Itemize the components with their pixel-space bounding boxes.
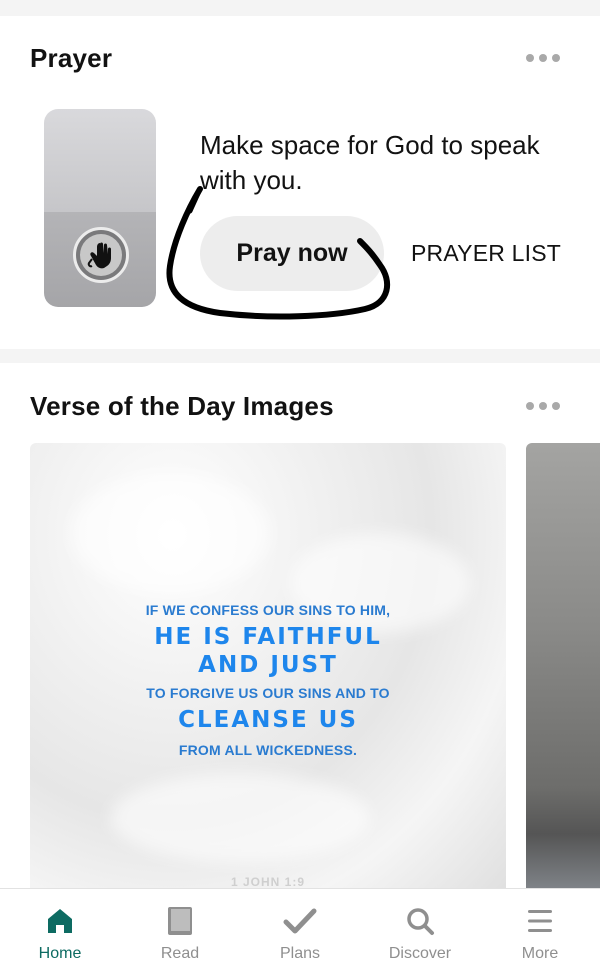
menu-icon — [526, 903, 554, 939]
nav-label: Plans — [279, 945, 321, 962]
verse-line: CLEANSE US — [178, 707, 358, 733]
verse-card-title: Verse of the Day Images — [30, 391, 334, 421]
verse-more-options-icon[interactable] — [526, 402, 560, 410]
prayer-card-title: Prayer — [30, 43, 113, 73]
nav-item-home[interactable]: Home — [0, 889, 120, 968]
praying-hands-icon — [73, 227, 129, 283]
bottom-navigation: Home Read Plans Discover More — [0, 888, 600, 968]
home-screen: Prayer Make space for God to speak with … — [0, 0, 600, 968]
prayer-message: Make space for God to speak with you. — [200, 130, 540, 195]
prayer-list-link[interactable]: PRAYER LIST — [411, 240, 561, 267]
nav-label: Read — [160, 945, 200, 962]
book-icon — [165, 903, 195, 939]
verse-of-the-day-card: Verse of the Day Images IF WE CONFESS OU… — [0, 363, 600, 888]
nav-item-discover[interactable]: Discover — [360, 889, 480, 968]
verse-line: AND JUST — [198, 652, 338, 678]
search-icon — [405, 903, 435, 939]
verse-line: HE IS FAITHFUL — [154, 624, 382, 650]
nav-item-plans[interactable]: Plans — [240, 889, 360, 968]
prayer-card: Prayer Make space for God to speak with … — [0, 16, 600, 349]
next-verse-image-card[interactable] — [526, 443, 600, 888]
verse-reference: 1 JOHN 1:9 — [230, 875, 306, 888]
nav-label: Home — [38, 945, 82, 962]
nav-item-more[interactable]: More — [480, 889, 600, 968]
nav-label: More — [521, 945, 559, 962]
nav-label: Discover — [388, 945, 452, 962]
nav-item-read[interactable]: Read — [120, 889, 240, 968]
verse-line: IF WE CONFESS OUR SINS TO HIM, — [145, 602, 391, 618]
verse-line: TO FORGIVE US OUR SINS AND TO — [146, 685, 390, 701]
checkmark-icon — [283, 903, 317, 939]
home-icon — [45, 903, 75, 939]
prayer-more-options-icon[interactable] — [526, 54, 560, 62]
verse-image-card[interactable]: IF WE CONFESS OUR SINS TO HIM, HE IS FAI… — [30, 443, 506, 888]
pray-now-button[interactable]: Pray now — [200, 216, 384, 291]
prayer-widget[interactable] — [44, 109, 156, 307]
verse-line: FROM ALL WICKEDNESS. — [178, 742, 358, 758]
